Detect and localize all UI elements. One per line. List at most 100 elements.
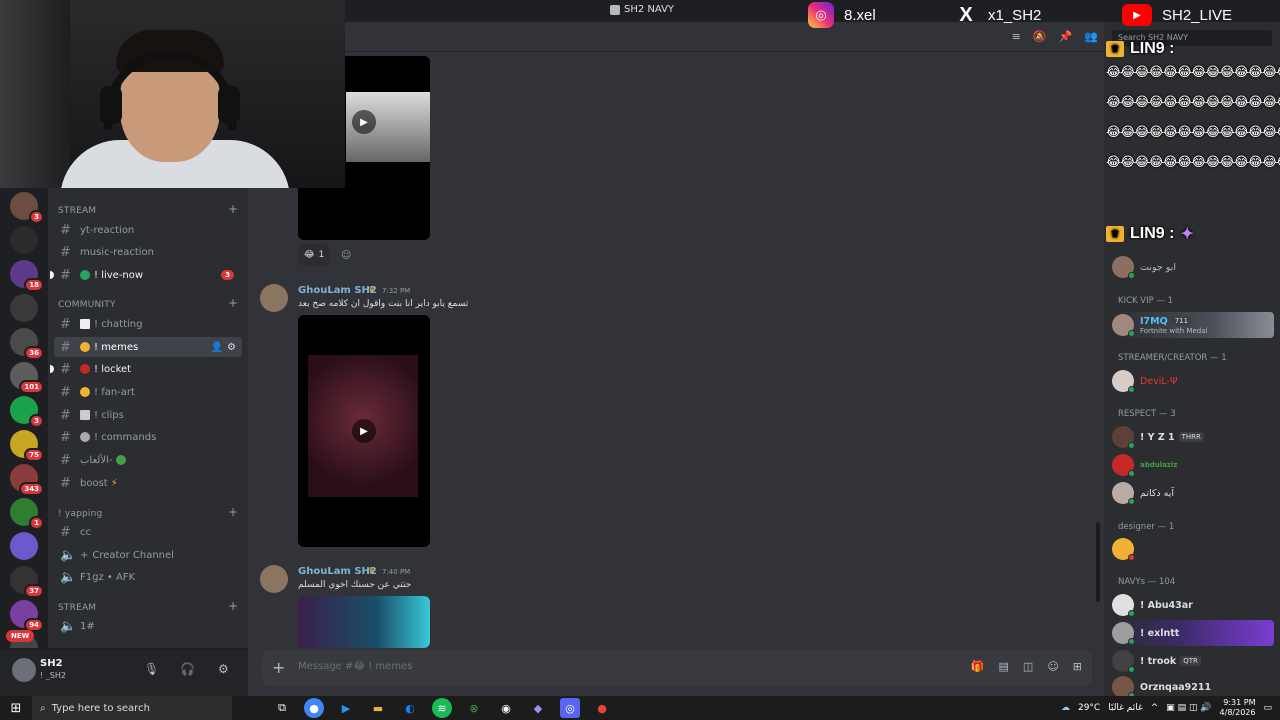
task-view-icon[interactable]: ⧉ bbox=[272, 698, 292, 718]
server-icon[interactable]: 37 bbox=[10, 566, 44, 598]
server-icon[interactable] bbox=[10, 294, 38, 322]
notification-icon[interactable]: ▭ bbox=[1263, 703, 1272, 713]
message-input[interactable]: Message #😂 ! memes bbox=[298, 661, 412, 672]
member-row[interactable]: I7MQ 711 Fortnite with Medal bbox=[1112, 312, 1274, 338]
file-explorer-icon[interactable]: ▬ bbox=[368, 698, 388, 718]
channel-boost[interactable]: # boost ⚡ bbox=[54, 473, 242, 493]
spotify-icon[interactable]: ≋ bbox=[432, 698, 452, 718]
discord-icon[interactable]: ◎ bbox=[560, 698, 580, 718]
server-icon[interactable] bbox=[10, 532, 38, 560]
gif-icon[interactable]: ▤ bbox=[999, 660, 1009, 673]
gift-icon[interactable]: 🎁 bbox=[971, 660, 985, 673]
invite-icon[interactable]: 👤 bbox=[211, 342, 223, 353]
member-row[interactable]: ! exlntt bbox=[1112, 620, 1274, 646]
add-attachment-button[interactable]: + bbox=[272, 658, 285, 677]
channel-games[interactable]: # الألعاب- bbox=[54, 450, 242, 470]
taskbar-search[interactable]: ⌕ Type here to search bbox=[32, 696, 232, 720]
play-store-icon[interactable]: ▶ bbox=[336, 698, 356, 718]
category-stream-2[interactable]: STREAM bbox=[58, 603, 96, 613]
create-channel-button[interactable]: + bbox=[228, 505, 238, 519]
members-icon[interactable]: 👥 bbox=[1084, 30, 1098, 43]
member-row[interactable]: Orznqaa9211 bbox=[1112, 674, 1274, 696]
server-icon[interactable]: 1 bbox=[10, 498, 44, 530]
message-author[interactable]: GhouLam SH2 bbox=[298, 566, 377, 577]
add-reaction-icon[interactable]: ☺ bbox=[341, 250, 351, 261]
voice-creator-channel[interactable]: 🔈 + Creator Channel bbox=[54, 545, 242, 565]
window-title: SH2 NAVY bbox=[610, 4, 674, 15]
voice-afk[interactable]: 🔈 F1gz • AFK bbox=[54, 567, 242, 587]
username[interactable]: SH2 bbox=[40, 658, 63, 669]
channel-cc[interactable]: # cc bbox=[54, 522, 242, 542]
lightning-icon: ⚡ bbox=[110, 477, 118, 489]
channel-live-now[interactable]: #! live-now 3 bbox=[50, 265, 242, 285]
play-icon[interactable]: ▶ bbox=[352, 110, 376, 134]
apps-icon[interactable]: ⊞ bbox=[1073, 660, 1082, 673]
category-stream[interactable]: STREAM bbox=[58, 206, 96, 216]
bell-off-icon[interactable]: 🔕 bbox=[1033, 30, 1047, 43]
stream-chat-user: ♛ LIN9 : bbox=[1106, 40, 1280, 58]
threads-icon[interactable]: ≡ bbox=[1012, 30, 1021, 43]
chrome-icon[interactable]: ● bbox=[304, 698, 324, 718]
obs-icon[interactable]: ◉ bbox=[496, 698, 516, 718]
server-icon[interactable]: 18 bbox=[10, 260, 44, 292]
chrome-icon-2[interactable]: ● bbox=[592, 698, 612, 718]
server-icon[interactable] bbox=[10, 226, 38, 254]
windows-start-icon[interactable]: ⊞ bbox=[0, 701, 32, 716]
channel-commands[interactable]: #! commands bbox=[54, 427, 242, 447]
channel-fan-art[interactable]: #! fan-art bbox=[54, 382, 242, 402]
category-yapping[interactable]: ! yapping bbox=[58, 509, 102, 519]
microphone-icon[interactable]: 🎙 bbox=[144, 662, 159, 676]
gear-icon[interactable]: ⚙ bbox=[227, 342, 236, 353]
server-icon[interactable]: 343 bbox=[10, 464, 44, 496]
message-composer[interactable]: + Message #😂 ! memes 🎁 ▤ ◫ ☺ ⊞ bbox=[262, 650, 1092, 686]
server-icon[interactable]: 3 bbox=[10, 192, 44, 224]
plus-icon: + bbox=[80, 549, 89, 561]
member-row[interactable]: DeviL-Ψ bbox=[1112, 368, 1274, 394]
channel-music-reaction[interactable]: # music-reaction bbox=[54, 242, 242, 262]
pin-icon[interactable]: 📌 bbox=[1059, 30, 1073, 43]
member-row[interactable]: ! Abu43ar bbox=[1112, 592, 1274, 618]
member-row[interactable]: ابو جونت bbox=[1112, 254, 1274, 280]
reaction-pill[interactable]: 😂 1 bbox=[298, 244, 331, 266]
emoji-icon[interactable]: ☺ bbox=[1047, 660, 1058, 673]
create-channel-button[interactable]: + bbox=[228, 202, 238, 216]
server-icon[interactable]: 75 bbox=[10, 430, 44, 462]
server-icon[interactable]: 94 bbox=[10, 600, 44, 632]
scrollbar[interactable] bbox=[1096, 522, 1100, 602]
channel-yt-reaction[interactable]: # yt-reaction bbox=[54, 220, 242, 240]
channel-memes[interactable]: #! memes 👤 ⚙ bbox=[54, 337, 242, 357]
channel-locket[interactable]: #! locket bbox=[50, 359, 242, 379]
app-icon[interactable]: ◆ bbox=[528, 698, 548, 718]
member-row[interactable]: ! trook QTR bbox=[1112, 648, 1274, 674]
tray-chevron-icon[interactable]: ^ bbox=[1151, 703, 1159, 713]
member-row[interactable] bbox=[1112, 536, 1274, 562]
message-author[interactable]: GhouLam SH2 bbox=[298, 285, 377, 296]
edge-icon[interactable]: ◐ bbox=[400, 698, 420, 718]
member-row[interactable]: ! Y Z 1 THRR bbox=[1112, 424, 1274, 450]
server-icon[interactable]: 3 bbox=[10, 396, 44, 428]
play-icon[interactable]: ▶ bbox=[352, 419, 376, 443]
video-attachment-2[interactable]: ▶ bbox=[298, 315, 430, 547]
weather-temp[interactable]: 29°C bbox=[1078, 703, 1100, 713]
voice-channel-1[interactable]: 🔈 1# bbox=[54, 616, 242, 636]
server-icon[interactable]: 36 bbox=[10, 328, 44, 360]
xbox-icon[interactable]: ⊗ bbox=[464, 698, 484, 718]
member-row[interactable]: abdulaziz bbox=[1112, 452, 1274, 478]
server-icon[interactable]: 101 bbox=[10, 362, 44, 394]
category-community[interactable]: COMMUNITY bbox=[58, 300, 116, 310]
stream-chat-overlay: ♛ LIN9 : 😂😂😂😂😂😂😂😂😂😂😂😂 😂😂 😂😂😂😂😂😂😂😂😂😂 😂😂😂😂 😂😂… bbox=[1106, 40, 1280, 178]
clock[interactable]: 9:31 PM 4/8/2026 bbox=[1220, 698, 1256, 718]
channel-chatting[interactable]: #! chatting bbox=[54, 314, 242, 334]
tray-icons[interactable]: ▣ ▤ ◫ 🔊 bbox=[1166, 703, 1211, 713]
avatar[interactable] bbox=[260, 565, 288, 593]
create-channel-button[interactable]: + bbox=[228, 296, 238, 310]
member-row[interactable]: آيه ذكاتم bbox=[1112, 480, 1274, 506]
create-channel-button[interactable]: + bbox=[228, 599, 238, 613]
avatar[interactable] bbox=[260, 284, 288, 312]
headphones-icon[interactable]: 🎧 bbox=[180, 662, 195, 676]
gear-icon[interactable]: ⚙ bbox=[218, 662, 229, 676]
avatar[interactable] bbox=[12, 658, 36, 682]
sticker-icon[interactable]: ◫ bbox=[1023, 660, 1033, 673]
channel-clips[interactable]: #! clips bbox=[54, 405, 242, 425]
image-attachment[interactable] bbox=[298, 596, 430, 648]
